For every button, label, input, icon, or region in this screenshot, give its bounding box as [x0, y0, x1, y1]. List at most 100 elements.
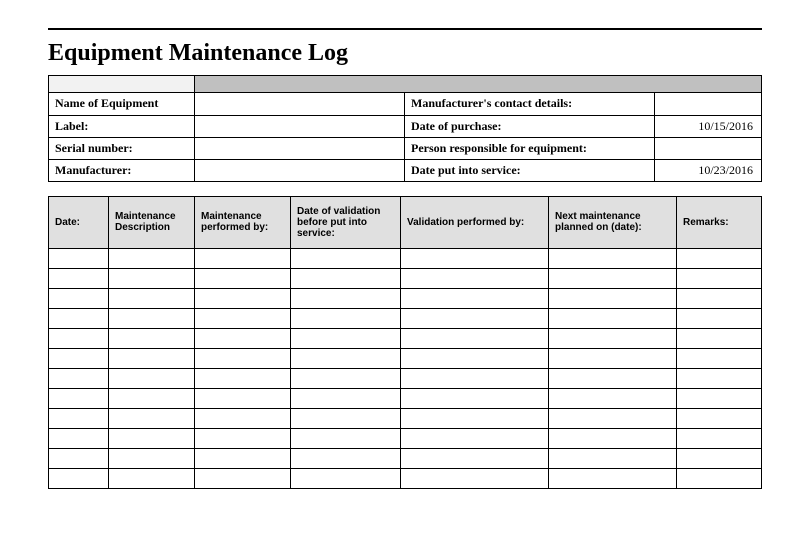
- log-cell[interactable]: [549, 348, 677, 368]
- log-cell[interactable]: [109, 428, 195, 448]
- log-cell[interactable]: [549, 408, 677, 428]
- log-cell[interactable]: [677, 468, 762, 488]
- log-cell[interactable]: [109, 468, 195, 488]
- log-cell[interactable]: [549, 288, 677, 308]
- log-cell[interactable]: [291, 388, 401, 408]
- log-cell[interactable]: [195, 328, 291, 348]
- log-cell[interactable]: [195, 268, 291, 288]
- info-value-right[interactable]: 10/15/2016: [655, 115, 762, 137]
- log-cell[interactable]: [291, 328, 401, 348]
- log-cell[interactable]: [195, 348, 291, 368]
- table-row: [49, 408, 762, 428]
- title-bar-left: [48, 75, 194, 93]
- info-value-right[interactable]: [655, 93, 762, 115]
- log-cell[interactable]: [677, 328, 762, 348]
- log-cell[interactable]: [549, 368, 677, 388]
- log-cell[interactable]: [195, 448, 291, 468]
- log-cell[interactable]: [49, 328, 109, 348]
- page-title: Equipment Maintenance Log: [48, 40, 762, 67]
- log-cell[interactable]: [195, 388, 291, 408]
- log-cell[interactable]: [677, 448, 762, 468]
- log-cell[interactable]: [677, 268, 762, 288]
- log-cell[interactable]: [195, 468, 291, 488]
- title-bar-right: [194, 75, 762, 93]
- log-cell[interactable]: [549, 388, 677, 408]
- log-cell[interactable]: [549, 328, 677, 348]
- log-cell[interactable]: [49, 428, 109, 448]
- top-rule: [48, 28, 762, 30]
- log-cell[interactable]: [109, 448, 195, 468]
- log-cell[interactable]: [49, 268, 109, 288]
- log-cell[interactable]: [291, 308, 401, 328]
- log-cell[interactable]: [291, 348, 401, 368]
- log-cell[interactable]: [401, 328, 549, 348]
- log-cell[interactable]: [109, 308, 195, 328]
- log-cell[interactable]: [677, 288, 762, 308]
- log-cell[interactable]: [49, 468, 109, 488]
- log-cell[interactable]: [401, 268, 549, 288]
- log-cell[interactable]: [195, 408, 291, 428]
- log-cell[interactable]: [677, 368, 762, 388]
- log-cell[interactable]: [49, 408, 109, 428]
- log-cell[interactable]: [109, 388, 195, 408]
- info-value-left[interactable]: [195, 115, 405, 137]
- log-cell[interactable]: [109, 368, 195, 388]
- log-cell[interactable]: [401, 248, 549, 268]
- log-cell[interactable]: [549, 468, 677, 488]
- log-cell[interactable]: [291, 288, 401, 308]
- log-cell[interactable]: [195, 308, 291, 328]
- log-cell[interactable]: [49, 288, 109, 308]
- log-cell[interactable]: [549, 448, 677, 468]
- log-cell[interactable]: [401, 428, 549, 448]
- log-cell[interactable]: [401, 448, 549, 468]
- log-cell[interactable]: [49, 248, 109, 268]
- log-cell[interactable]: [195, 248, 291, 268]
- log-cell[interactable]: [49, 448, 109, 468]
- log-cell[interactable]: [291, 248, 401, 268]
- log-cell[interactable]: [109, 408, 195, 428]
- log-cell[interactable]: [291, 268, 401, 288]
- log-cell[interactable]: [49, 308, 109, 328]
- log-cell[interactable]: [677, 348, 762, 368]
- log-cell[interactable]: [109, 348, 195, 368]
- log-cell[interactable]: [109, 248, 195, 268]
- log-cell[interactable]: [109, 328, 195, 348]
- log-cell[interactable]: [291, 408, 401, 428]
- log-cell[interactable]: [401, 468, 549, 488]
- info-value-right[interactable]: [655, 137, 762, 159]
- info-value-right[interactable]: 10/23/2016: [655, 159, 762, 181]
- info-table: Name of EquipmentManufacturer's contact …: [48, 93, 762, 182]
- log-cell[interactable]: [401, 308, 549, 328]
- log-cell[interactable]: [401, 368, 549, 388]
- log-cell[interactable]: [677, 428, 762, 448]
- log-cell[interactable]: [291, 448, 401, 468]
- log-cell[interactable]: [401, 348, 549, 368]
- log-cell[interactable]: [677, 308, 762, 328]
- log-cell[interactable]: [49, 348, 109, 368]
- info-value-left[interactable]: [195, 137, 405, 159]
- log-cell[interactable]: [195, 288, 291, 308]
- log-cell[interactable]: [677, 388, 762, 408]
- info-value-left[interactable]: [195, 93, 405, 115]
- log-cell[interactable]: [109, 268, 195, 288]
- log-cell[interactable]: [291, 468, 401, 488]
- log-cell[interactable]: [549, 248, 677, 268]
- log-cell[interactable]: [291, 428, 401, 448]
- log-cell[interactable]: [677, 248, 762, 268]
- log-cell[interactable]: [291, 368, 401, 388]
- log-cell[interactable]: [549, 308, 677, 328]
- log-cell[interactable]: [401, 288, 549, 308]
- log-header: Maintenance performed by:: [195, 196, 291, 248]
- log-cell[interactable]: [195, 368, 291, 388]
- log-cell[interactable]: [549, 428, 677, 448]
- log-cell[interactable]: [49, 388, 109, 408]
- log-cell[interactable]: [195, 428, 291, 448]
- log-cell[interactable]: [677, 408, 762, 428]
- log-header: Next maintenance planned on (date):: [549, 196, 677, 248]
- info-value-left[interactable]: [195, 159, 405, 181]
- log-cell[interactable]: [109, 288, 195, 308]
- log-cell[interactable]: [401, 408, 549, 428]
- log-cell[interactable]: [549, 268, 677, 288]
- log-cell[interactable]: [401, 388, 549, 408]
- log-cell[interactable]: [49, 368, 109, 388]
